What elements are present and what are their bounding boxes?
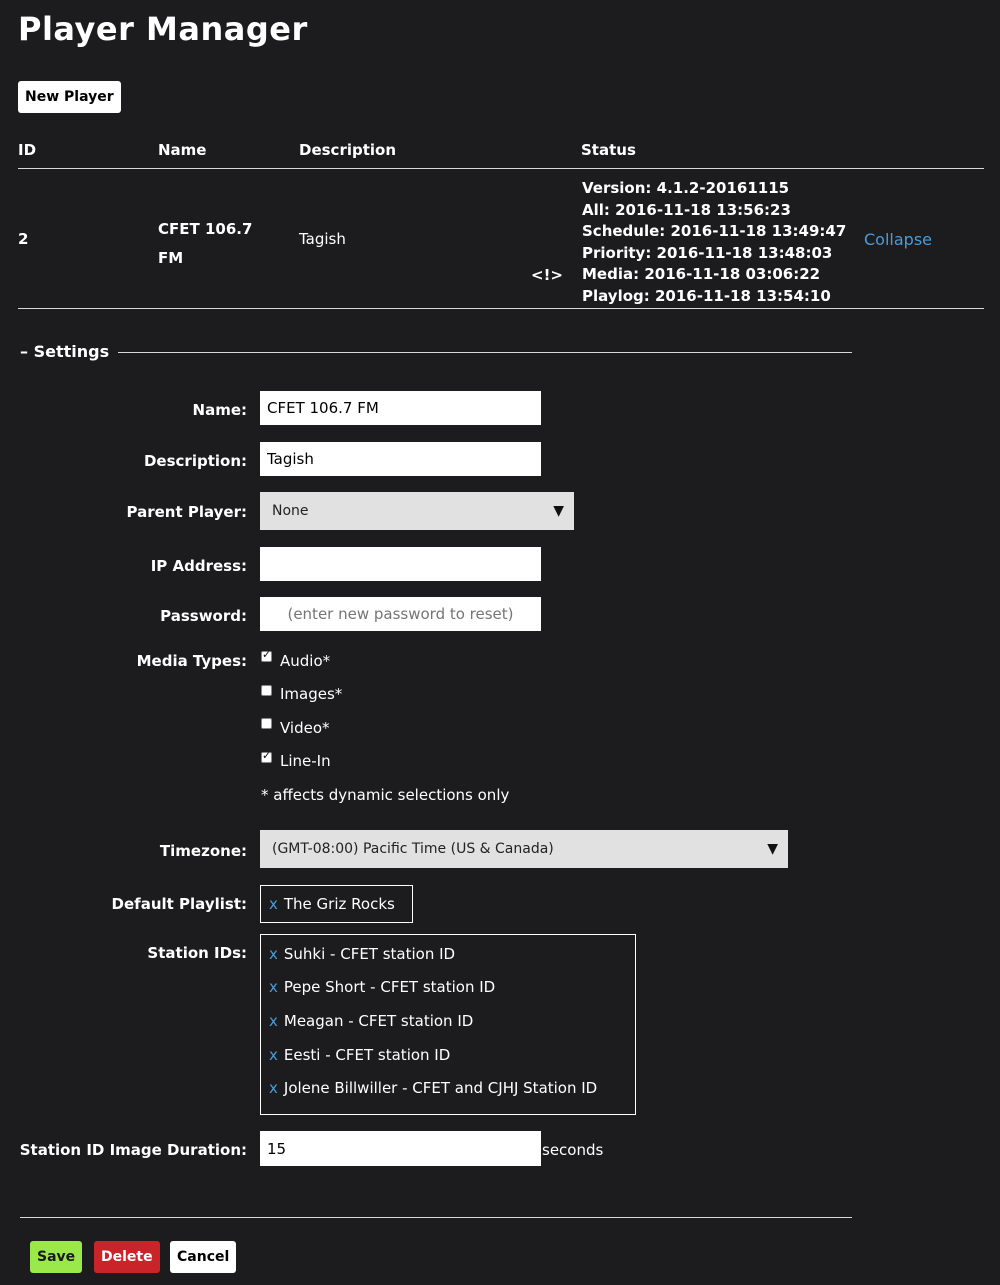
status-playlog: Playlog: 2016-11-18 13:54:10 <box>582 286 831 305</box>
status-schedule: Schedule: 2016-11-18 13:49:47 <box>582 222 847 241</box>
video-checkbox[interactable] <box>261 718 272 729</box>
collapse-link[interactable]: Collapse <box>864 230 932 249</box>
remove-x-icon[interactable]: x <box>269 1012 278 1030</box>
settings-legend-line <box>118 352 852 353</box>
timezone-value: (GMT-08:00) Pacific Time (US & Canada) <box>272 841 554 857</box>
row-name: CFET 106.7 FM <box>158 215 252 273</box>
row-description: Tagish <box>299 230 346 248</box>
video-checkbox-label: Video* <box>280 719 330 737</box>
status-all: All: 2016-11-18 13:56:23 <box>582 200 791 219</box>
remove-x-icon[interactable]: x <box>269 1079 278 1097</box>
status-version: Version: 4.1.2-20161115 <box>582 179 790 197</box>
station-ids-label: Station IDs: <box>147 944 247 962</box>
station-id-tag-label: Eesti - CFET station ID <box>283 1046 451 1064</box>
timezone-label: Timezone: <box>159 842 247 860</box>
station-id-tag-label: Suhki - CFET station ID <box>283 945 456 963</box>
remove-x-icon[interactable]: x <box>269 1046 278 1064</box>
settings-legend: – Settings <box>20 342 110 361</box>
table-row-divider <box>18 308 984 309</box>
parent-player-value: None <box>272 503 309 519</box>
page-title: Player Manager <box>18 10 308 48</box>
playlist-tag: x The Griz Rocks <box>269 894 395 914</box>
row-name-line: CFET 106.7 <box>158 220 253 238</box>
station-id-tag: x Suhki - CFET station ID <box>269 944 455 964</box>
line-in-checkbox-label: Line-In <box>280 752 331 770</box>
password-label: Password: <box>160 607 247 625</box>
row-id: 2 <box>18 230 29 248</box>
audio-checkbox[interactable] <box>261 648 272 662</box>
ip-address-input[interactable] <box>260 547 541 581</box>
station-id-tag: x Pepe Short - CFET station ID <box>269 977 495 997</box>
cancel-button[interactable]: Cancel <box>170 1241 237 1273</box>
warning-indicator: <!> <box>531 266 563 284</box>
remove-x-icon[interactable]: x <box>269 895 278 913</box>
new-player-button[interactable]: New Player <box>18 81 121 113</box>
actions-divider <box>20 1217 852 1218</box>
audio-checkbox-label: Audio* <box>280 652 331 670</box>
dropdown-caret-icon: ▼ <box>767 841 778 857</box>
duration-unit: seconds <box>542 1141 604 1159</box>
default-playlist-label: Default Playlist: <box>111 895 247 913</box>
remove-x-icon[interactable]: x <box>269 978 278 996</box>
save-button[interactable]: Save <box>30 1241 83 1273</box>
delete-button[interactable]: Delete <box>94 1241 160 1273</box>
parent-player-select[interactable]: None ▼ <box>260 492 574 530</box>
images-checkbox[interactable] <box>261 685 272 696</box>
description-input[interactable] <box>260 442 541 476</box>
line-in-checkbox[interactable] <box>261 749 272 763</box>
column-header-description: Description <box>299 141 397 159</box>
ip-address-label: IP Address: <box>150 557 247 575</box>
status-list: Version: 4.1.2-20161115 All: 2016-11-18 … <box>582 178 846 308</box>
playlist-tag-label: The Griz Rocks <box>283 895 395 913</box>
station-id-tag: x Meagan - CFET station ID <box>269 1011 473 1031</box>
duration-label: Station ID Image Duration: <box>19 1141 247 1159</box>
station-id-tag: x Jolene Billwiller - CFET and CJHJ Stati… <box>269 1078 597 1098</box>
column-header-name: Name <box>158 141 207 159</box>
images-checkbox-label: Images* <box>280 685 343 703</box>
column-header-id: ID <box>18 141 37 159</box>
column-header-status: Status <box>581 141 636 159</box>
duration-input[interactable] <box>260 1131 541 1166</box>
station-id-tag: x Eesti - CFET station ID <box>269 1045 450 1065</box>
timezone-select[interactable]: (GMT-08:00) Pacific Time (US & Canada) ▼ <box>260 830 788 868</box>
name-label: Name: <box>192 401 247 419</box>
station-id-tag-label: Pepe Short - CFET station ID <box>283 978 496 996</box>
name-input[interactable] <box>260 391 541 425</box>
station-ids-field[interactable]: x Suhki - CFET station ID x Pepe Short - C… <box>260 934 636 1115</box>
description-label: Description: <box>143 452 247 470</box>
station-id-tag-label: Meagan - CFET station ID <box>283 1012 474 1030</box>
row-name-line: FM <box>158 249 184 267</box>
remove-x-icon[interactable]: x <box>269 945 278 963</box>
dropdown-caret-icon: ▼ <box>553 503 564 519</box>
table-header-divider <box>18 168 984 169</box>
parent-player-label: Parent Player: <box>126 503 248 521</box>
default-playlist-field[interactable]: x The Griz Rocks <box>260 885 413 923</box>
status-media: Media: 2016-11-18 03:06:22 <box>582 265 821 284</box>
status-priority: Priority: 2016-11-18 13:48:03 <box>582 243 833 262</box>
password-input[interactable] <box>260 597 541 631</box>
media-types-note: * affects dynamic selections only <box>261 786 510 804</box>
station-id-tag-label: Jolene Billwiller - CFET and CJHJ Statio… <box>283 1079 598 1097</box>
media-types-label: Media Types: <box>136 652 247 670</box>
